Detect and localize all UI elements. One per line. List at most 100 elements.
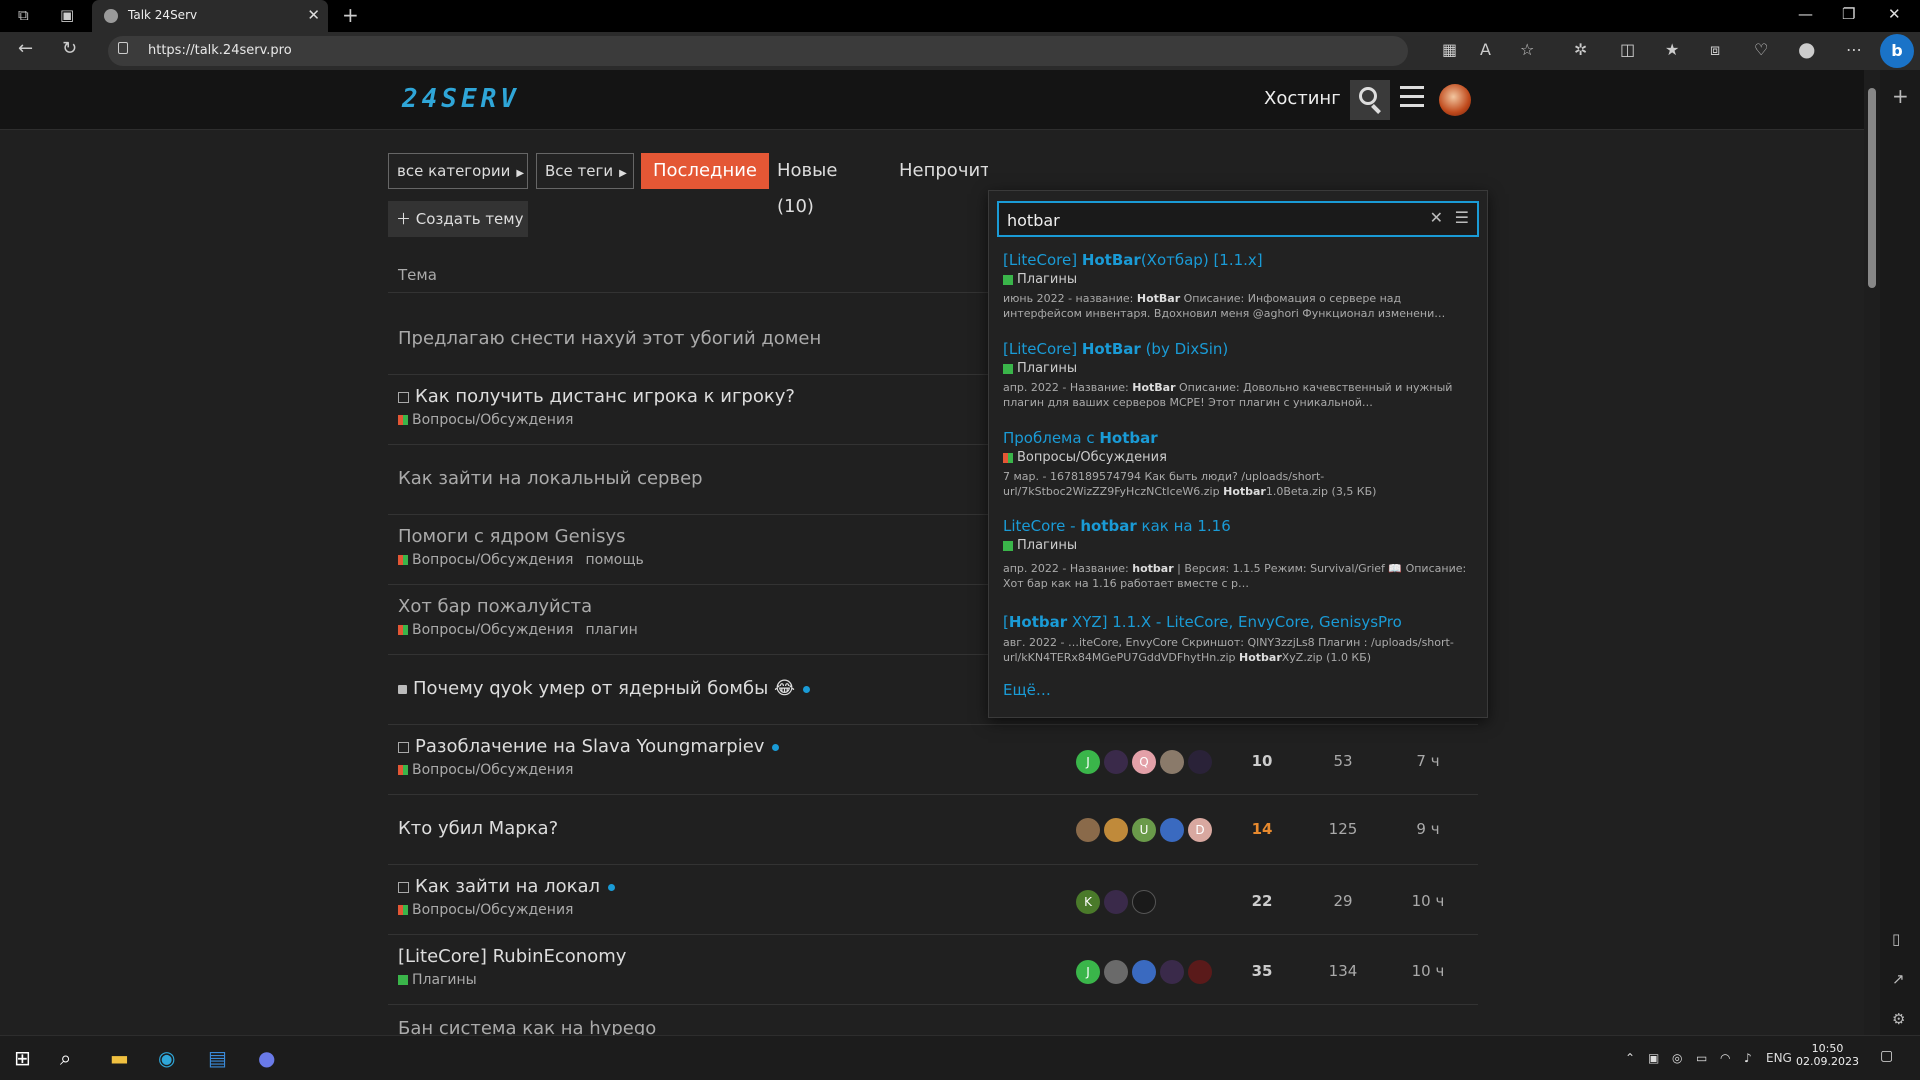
browser-essentials-icon[interactable]: ♡ bbox=[1754, 40, 1768, 59]
search-input[interactable] bbox=[1007, 209, 1407, 231]
battery-icon[interactable]: ▭ bbox=[1696, 1051, 1707, 1065]
extensions-icon[interactable]: ✲ bbox=[1574, 40, 1587, 59]
avatar[interactable] bbox=[1104, 750, 1128, 774]
activity-time[interactable]: 10 ч bbox=[1398, 892, 1458, 910]
hide-sidebar-icon[interactable]: ▯ bbox=[1892, 930, 1900, 948]
topic-tag[interactable]: помощь bbox=[585, 552, 643, 568]
replies-count[interactable]: 22 bbox=[1242, 892, 1282, 910]
profile-icon[interactable]: ● bbox=[1798, 37, 1815, 61]
settings-gear-icon[interactable]: ⚙ bbox=[1892, 1010, 1905, 1028]
topic-title[interactable]: Хот бар пожалуйста bbox=[398, 596, 592, 617]
read-aloud-icon[interactable]: A bbox=[1480, 40, 1491, 59]
browser-tab[interactable]: Talk 24Serv ✕ bbox=[92, 0, 328, 32]
avatar[interactable] bbox=[1132, 890, 1156, 914]
replies-count[interactable]: 10 bbox=[1242, 752, 1282, 770]
favorites-icon[interactable]: ★ bbox=[1665, 40, 1679, 59]
avatar[interactable] bbox=[1188, 750, 1212, 774]
create-topic-button[interactable]: ＋ Создать тему bbox=[388, 201, 528, 237]
tray-app-icon[interactable]: ▣ bbox=[1648, 1051, 1659, 1065]
topic-tag[interactable]: плагин bbox=[585, 622, 637, 638]
topic-title[interactable]: Как зайти на локальный сервер bbox=[398, 468, 703, 489]
result-category[interactable]: Вопросы/Обсуждения bbox=[1003, 450, 1477, 465]
activity-time[interactable]: 10 ч bbox=[1398, 962, 1458, 980]
tray-app-icon[interactable]: ◎ bbox=[1672, 1051, 1682, 1065]
topic-title[interactable]: Помоги с ядром Genisys bbox=[398, 526, 626, 547]
avatar[interactable] bbox=[1104, 818, 1128, 842]
avatar[interactable]: D bbox=[1188, 818, 1212, 842]
topic-category[interactable]: Вопросы/Обсуждения bbox=[398, 902, 573, 918]
address-bar[interactable]: https://talk.24serv.pro bbox=[108, 36, 1408, 66]
avatar[interactable] bbox=[1076, 818, 1100, 842]
avatar[interactable] bbox=[1188, 960, 1212, 984]
avatar[interactable]: K bbox=[1076, 890, 1100, 914]
avatar[interactable] bbox=[1160, 960, 1184, 984]
topic-title[interactable]: Как получить дистанс игрока к игроку? bbox=[398, 386, 795, 407]
result-title[interactable]: LiteCore - hotbar как на 1.16 bbox=[1003, 517, 1477, 535]
bing-copilot-icon[interactable]: b bbox=[1880, 34, 1914, 68]
scrollbar-thumb[interactable] bbox=[1868, 88, 1876, 288]
clear-search-icon[interactable]: ✕ bbox=[1430, 208, 1443, 227]
search-result[interactable]: [Hotbar XYZ] 1.1.X - LiteCore, EnvyCore,… bbox=[1003, 613, 1477, 665]
user-avatar[interactable] bbox=[1439, 84, 1471, 116]
tab-new[interactable]: Новые (10) bbox=[777, 153, 837, 217]
system-clock[interactable]: 10:50 02.09.2023 bbox=[1796, 1042, 1859, 1068]
close-tab-icon[interactable]: ✕ bbox=[307, 6, 320, 24]
avatar[interactable] bbox=[1104, 890, 1128, 914]
topic-title[interactable]: Разоблачение на Slava Youngmarpiev bbox=[398, 736, 780, 757]
new-tab-icon[interactable]: + bbox=[342, 3, 359, 27]
replies-count[interactable]: 35 bbox=[1242, 962, 1282, 980]
replies-count[interactable]: 14 bbox=[1242, 820, 1282, 838]
topic-title[interactable]: Как зайти на локал bbox=[398, 876, 616, 897]
search-icon[interactable] bbox=[1350, 80, 1390, 120]
avatar[interactable] bbox=[1104, 960, 1128, 984]
minimize-icon[interactable]: — bbox=[1798, 5, 1813, 23]
wifi-icon[interactable]: ◠ bbox=[1720, 1051, 1730, 1065]
restore-icon[interactable]: ❐ bbox=[1842, 5, 1855, 23]
tab-actions-icon[interactable]: ▣ bbox=[60, 6, 74, 24]
topic-category[interactable]: Вопросы/Обсуждения bbox=[398, 412, 573, 428]
more-menu-icon[interactable]: ⋯ bbox=[1846, 40, 1862, 59]
collections-icon[interactable]: ⧈ bbox=[1710, 40, 1720, 60]
result-title[interactable]: [LiteCore] HotBar (by DixSin) bbox=[1003, 340, 1477, 358]
tags-dropdown[interactable]: Все теги ▶ bbox=[536, 153, 634, 189]
close-window-icon[interactable]: ✕ bbox=[1888, 5, 1901, 23]
discord-icon[interactable]: ● bbox=[258, 1046, 275, 1070]
favorite-star-icon[interactable]: ☆ bbox=[1520, 40, 1534, 59]
search-options-icon[interactable]: ☰ bbox=[1455, 208, 1469, 227]
avatar[interactable]: J bbox=[1076, 750, 1100, 774]
search-result[interactable]: LiteCore - hotbar как на 1.16 Плагины ап… bbox=[1003, 517, 1477, 591]
topic-title[interactable]: Предлагаю снести нахуй этот убогий домен bbox=[398, 328, 821, 349]
hosting-link[interactable]: Хостинг bbox=[1264, 88, 1341, 109]
chevron-up-icon[interactable]: ⌃ bbox=[1625, 1051, 1635, 1065]
external-link-icon[interactable]: ↗ bbox=[1892, 970, 1905, 988]
avatar[interactable] bbox=[1160, 818, 1184, 842]
search-result[interactable]: [LiteCore] HotBar(Хотбар) [1.1.x] Плагин… bbox=[1003, 251, 1477, 321]
result-category[interactable]: Плагины bbox=[1003, 538, 1477, 553]
search-icon[interactable]: ⌕ bbox=[60, 1046, 71, 1070]
result-title[interactable]: [LiteCore] HotBar(Хотбар) [1.1.x] bbox=[1003, 251, 1477, 269]
avatar[interactable]: U bbox=[1132, 818, 1156, 842]
more-results-link[interactable]: Ещё… bbox=[1003, 681, 1051, 699]
language-indicator[interactable]: ENG bbox=[1766, 1051, 1792, 1065]
activity-time[interactable]: 9 ч bbox=[1398, 820, 1458, 838]
avatar[interactable]: J bbox=[1076, 960, 1100, 984]
avatar[interactable] bbox=[1160, 750, 1184, 774]
tab-latest[interactable]: Последние bbox=[641, 153, 770, 189]
topic-category[interactable]: Вопросы/Обсуждения помощь bbox=[398, 552, 644, 568]
avatar[interactable]: Q bbox=[1132, 750, 1156, 774]
avatar[interactable] bbox=[1132, 960, 1156, 984]
notifications-icon[interactable]: ▢ bbox=[1880, 1048, 1893, 1064]
split-screen-icon[interactable]: ◫ bbox=[1620, 40, 1635, 59]
volume-icon[interactable]: ♪ bbox=[1744, 1051, 1752, 1065]
result-title[interactable]: [Hotbar XYZ] 1.1.X - LiteCore, EnvyCore,… bbox=[1003, 613, 1477, 631]
topic-category[interactable]: Вопросы/Обсуждения плагин bbox=[398, 622, 638, 638]
search-result[interactable]: [LiteCore] HotBar (by DixSin) Плагины ап… bbox=[1003, 340, 1477, 410]
result-category[interactable]: Плагины bbox=[1003, 272, 1477, 287]
activity-time[interactable]: 7 ч bbox=[1398, 752, 1458, 770]
topic-title[interactable]: Почему qyok умер от ядерный бомбы 😂 bbox=[398, 678, 811, 699]
page-scrollbar[interactable] bbox=[1864, 70, 1880, 1035]
windows-start-icon[interactable]: ⊞ bbox=[14, 1046, 31, 1070]
add-sidebar-icon[interactable]: + bbox=[1892, 84, 1909, 108]
site-logo[interactable]: 24SERV bbox=[402, 84, 520, 114]
back-icon[interactable]: ← bbox=[18, 38, 33, 59]
